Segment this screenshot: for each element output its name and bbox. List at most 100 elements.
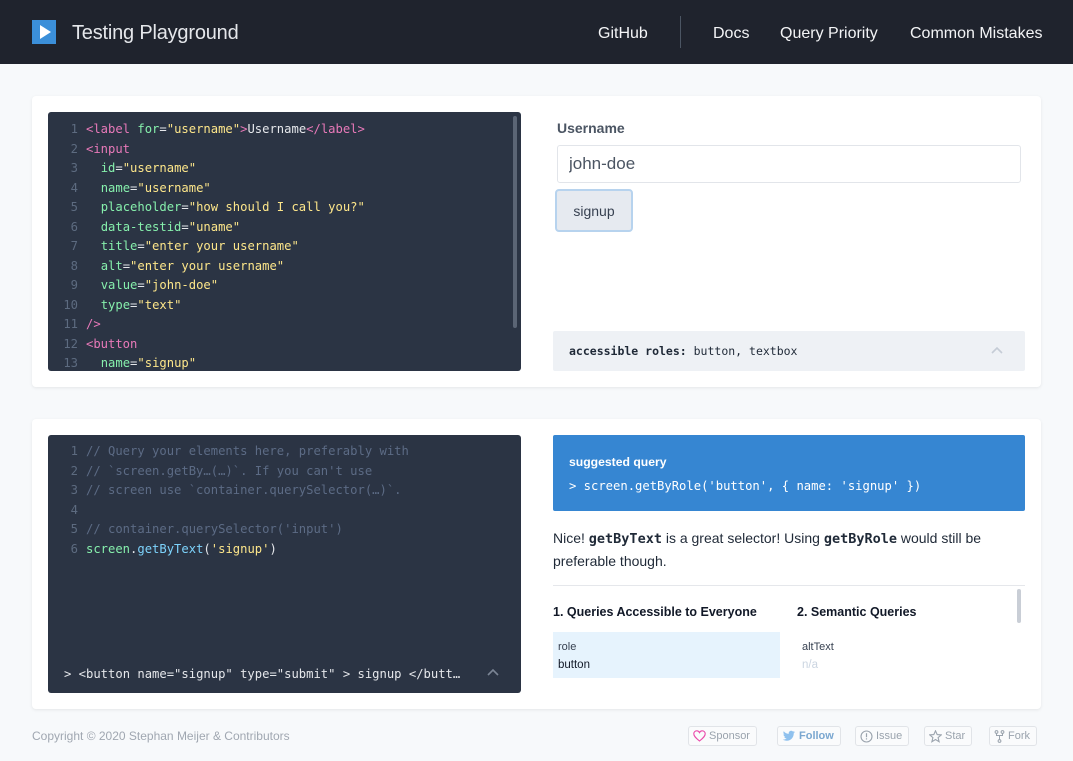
suggested-query-code: > screen.getByRole('button', { name: 'si… — [569, 479, 922, 493]
code-text: // `screen.getBy…(…)`. If you can't use — [86, 463, 373, 478]
fork-button[interactable]: Fork — [989, 726, 1037, 746]
signup-button[interactable]: signup — [555, 189, 633, 232]
accessible-roles-text: accessible roles: button, textbox — [569, 344, 797, 358]
code-line[interactable]: 2 <input — [48, 140, 508, 160]
line-number: 7 — [70, 239, 78, 253]
query-result: > <button name="signup" type="submit" > … — [64, 667, 461, 681]
nav-github[interactable]: GitHub — [598, 25, 648, 43]
code-text: /> — [86, 317, 101, 331]
code-text: name="username" — [100, 180, 211, 195]
code-line[interactable]: 4 name="username" — [48, 179, 508, 199]
code-text: // Query your elements here, preferably … — [86, 444, 409, 458]
code-text: title="enter your username" — [100, 239, 299, 253]
markup-panel: 1 <label for="username">Username</label> 2… — [32, 96, 1041, 387]
star-icon — [929, 729, 942, 743]
code-line[interactable]: 1 // Query your elements here, preferably… — [48, 442, 508, 462]
suggestion-message: Nice! getByText is a great selector! Usi… — [553, 527, 1025, 572]
query-cell-role[interactable]: role button — [553, 632, 780, 678]
chevron-up-icon[interactable] — [991, 345, 1003, 357]
roles-value: button, textbox — [686, 344, 798, 358]
heart-icon — [693, 730, 706, 742]
username-input[interactable] — [557, 145, 1021, 183]
query-cell-key: altText — [802, 641, 834, 653]
line-number: 11 — [63, 317, 78, 331]
code-line[interactable]: 13 name="signup" — [48, 354, 508, 371]
issue-icon — [860, 729, 873, 743]
query-panel: > <button name="signup" type="submit" > … — [32, 419, 1041, 709]
code-line[interactable]: 6 screen.getByText('signup') — [48, 540, 508, 560]
top-nav-bar: Testing Playground GitHub Docs Query Pri… — [0, 0, 1073, 64]
sponsor-label: Sponsor — [709, 730, 750, 742]
code-text: alt="enter your username" — [100, 258, 285, 273]
code-text: value="john-doe" — [100, 278, 219, 292]
brand-title[interactable]: Testing Playground — [72, 22, 239, 45]
code-line[interactable]: 2 // `screen.getBy…(…)`. If you can't use — [48, 462, 508, 482]
suggested-query-title: suggested query — [569, 455, 667, 469]
code-text: // container.querySelector('input') — [86, 522, 343, 536]
code-line[interactable]: 11 /> — [48, 315, 508, 335]
code-line[interactable]: 5 // container.querySelector('input') — [48, 520, 508, 540]
code-line[interactable]: 9 value="john-doe" — [48, 276, 508, 296]
code-text: // screen use `container.querySelector(…… — [86, 483, 402, 497]
code-text: screen.getByText('signup') — [86, 541, 277, 556]
line-number: 4 — [70, 502, 78, 517]
twitter-icon — [782, 730, 795, 741]
code-line[interactable]: 5 placeholder="how should I call you?" — [48, 198, 508, 218]
line-number: 2 — [70, 463, 78, 478]
line-number: 3 — [70, 483, 78, 497]
code-text: type="text" — [100, 297, 182, 312]
line-number: 10 — [63, 297, 78, 312]
copyright-text: Copyright © 2020 Stephan Meijer & Contri… — [32, 729, 290, 743]
query-cell-value: button — [558, 659, 590, 671]
code-line[interactable]: 8 alt="enter your username" — [48, 257, 508, 277]
star-label: Star — [945, 730, 966, 742]
line-number: 13 — [63, 356, 78, 370]
follow-label: Follow — [799, 730, 834, 742]
code-line[interactable]: 4 — [48, 501, 508, 521]
query-cell-key: role — [558, 641, 577, 653]
code-line[interactable]: 3 id="username" — [48, 159, 508, 179]
line-number: 3 — [70, 161, 78, 175]
query-editor[interactable]: > <button name="signup" type="submit" > … — [48, 435, 521, 693]
fork-icon — [994, 729, 1005, 743]
sponsor-button[interactable]: Sponsor — [688, 726, 757, 746]
code-line[interactable]: 1 <label for="username">Username</label> — [48, 120, 508, 140]
code-line[interactable]: 7 title="enter your username" — [48, 237, 508, 257]
editor-scrollbar[interactable] — [513, 116, 517, 328]
queries-scrollbar[interactable] — [1017, 589, 1021, 623]
code-text: name="signup" — [100, 356, 197, 370]
fork-label: Fork — [1008, 730, 1030, 742]
star-button[interactable]: Star — [924, 726, 973, 746]
markup-editor[interactable]: 1 <label for="username">Username</label> 2… — [48, 112, 521, 371]
suggested-query-box[interactable]: suggested query > screen.getByRole('butt… — [553, 435, 1025, 511]
code-line[interactable]: 6 data-testid="uname" — [48, 218, 508, 238]
code-text: data-testid="uname" — [100, 219, 241, 234]
nav-common-mistakes[interactable]: Common Mistakes — [910, 25, 1042, 43]
line-number: 12 — [63, 336, 78, 351]
code-line[interactable]: 12 <button — [48, 335, 508, 355]
queries-accessible-heading: 1. Queries Accessible to Everyone — [553, 605, 757, 619]
username-label: Username — [557, 120, 625, 136]
msg-code: getByRole — [823, 531, 897, 547]
code-line[interactable]: 10 type="text" — [48, 296, 508, 316]
msg-text: is a great selector! Using — [661, 530, 824, 546]
nav-divider — [680, 16, 681, 48]
play-logo-icon[interactable] — [32, 20, 56, 44]
divider — [553, 585, 1025, 586]
line-number: 4 — [70, 180, 78, 195]
semantic-queries-heading: 2. Semantic Queries — [797, 605, 917, 619]
issue-button[interactable]: Issue — [855, 726, 910, 746]
line-number: 5 — [70, 522, 78, 536]
query-cell-alttext[interactable]: altText n/a — [797, 632, 1024, 678]
code-line[interactable]: 3 // screen use `container.querySelector(… — [48, 481, 508, 501]
nav-docs[interactable]: Docs — [713, 25, 749, 43]
code-text: placeholder="how should I call you?" — [100, 200, 365, 214]
follow-button[interactable]: Follow — [777, 726, 841, 746]
line-number: 8 — [70, 258, 78, 273]
msg-code: getByText — [588, 531, 662, 547]
issue-label: Issue — [876, 730, 903, 742]
chevron-up-icon[interactable] — [487, 667, 499, 679]
nav-query-priority[interactable]: Query Priority — [780, 25, 878, 43]
code-text: id="username" — [100, 161, 197, 175]
accessible-roles-bar[interactable]: accessible roles: button, textbox — [553, 331, 1025, 371]
